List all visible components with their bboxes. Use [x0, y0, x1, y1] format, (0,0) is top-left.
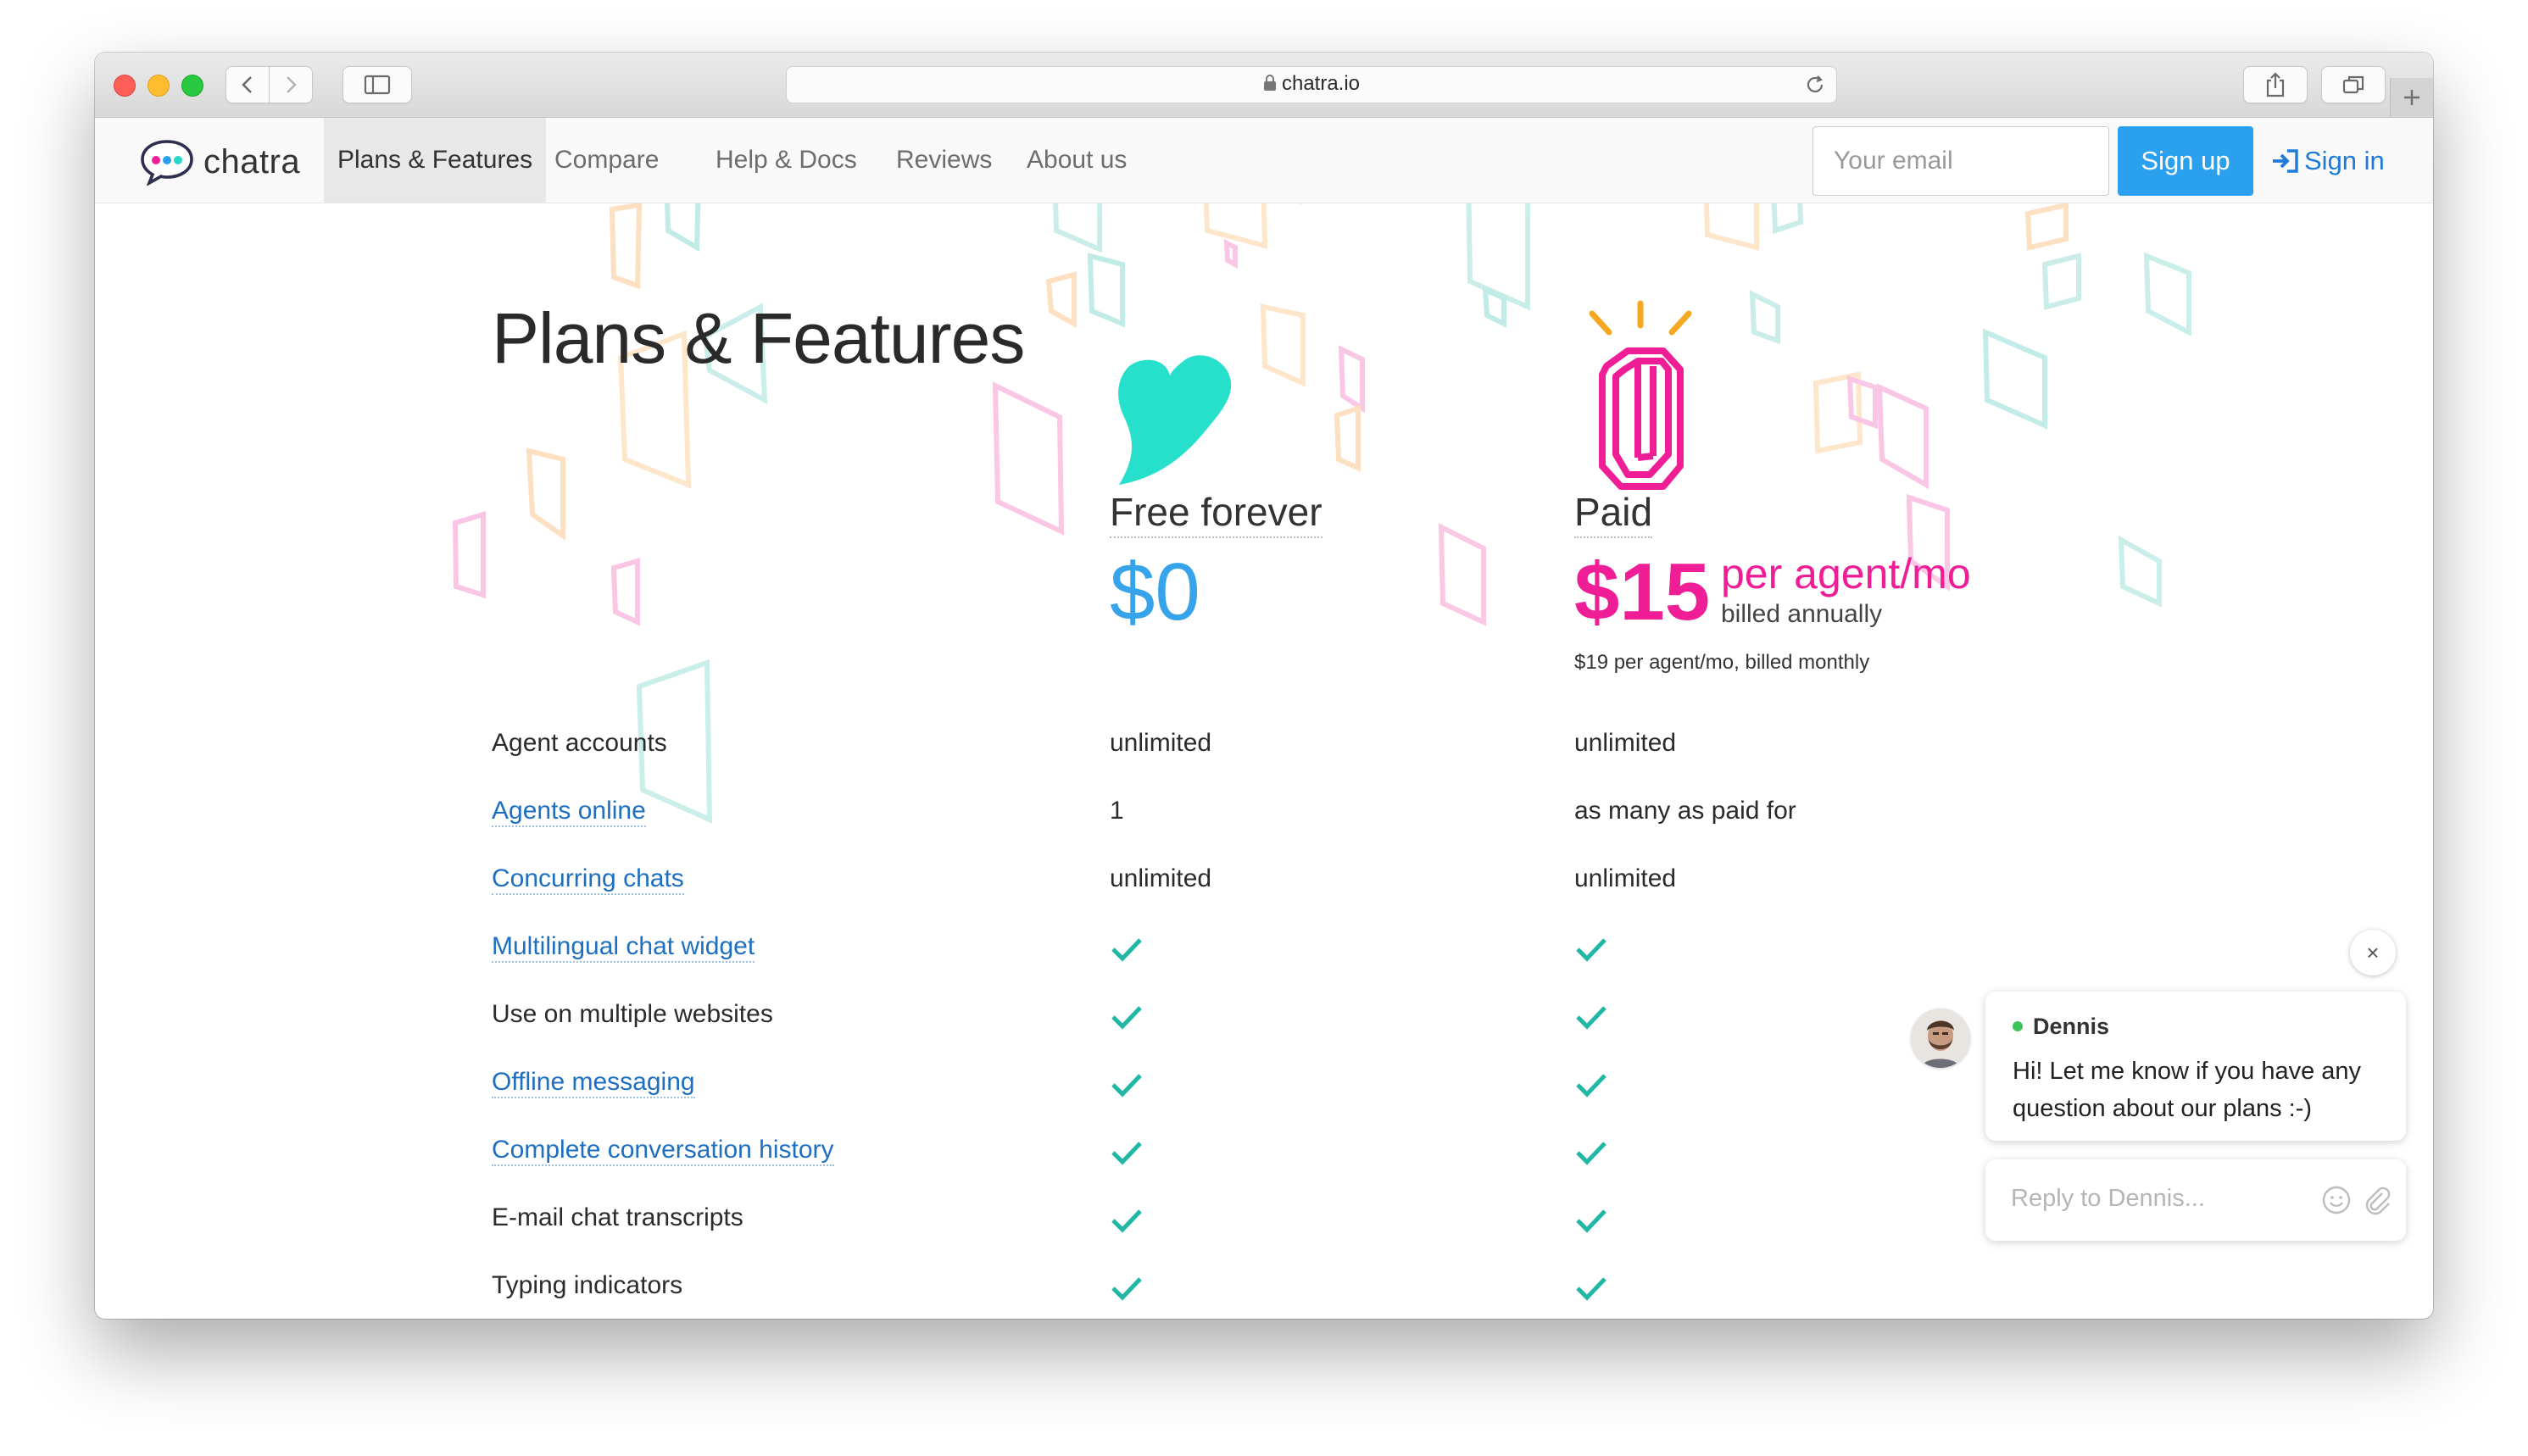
paid-plan-price: $15	[1574, 547, 1711, 637]
new-tab-button[interactable]	[2390, 78, 2433, 117]
sidebar-toggle-button[interactable]	[342, 66, 412, 103]
chat-bubble-logo-icon	[141, 140, 193, 186]
chevron-left-icon	[242, 76, 252, 93]
decorative-shapes	[452, 203, 2191, 824]
logo-text: chatra	[203, 142, 301, 181]
share-button[interactable]	[2243, 66, 2308, 103]
paid-agents-online-value: as many as paid for	[1574, 797, 1796, 825]
paid-plan-monthly-note: $19 per agent/mo, billed monthly	[1574, 651, 1870, 674]
check-icon	[1576, 1006, 1606, 1030]
check-icon	[1576, 938, 1606, 962]
paid-agent-accounts-value: unlimited	[1574, 729, 1677, 757]
browser-window: chatra.io chatra Plans & Features Compar…	[95, 53, 2433, 1319]
sign-in-link[interactable]: Sign in	[2270, 126, 2385, 196]
nav-compare[interactable]: Compare	[541, 118, 672, 203]
feature-label-typing-indicators: Typing indicators	[492, 1271, 683, 1299]
feature-label-agent-accounts: Agent accounts	[492, 729, 667, 757]
feature-label-offline-messaging[interactable]: Offline messaging	[492, 1068, 695, 1098]
nav-reviews[interactable]: Reviews	[883, 118, 1005, 203]
site-navbar: chatra Plans & Features Compare Help & D…	[95, 118, 2433, 203]
chat-message-bubble: Dennis Hi! Let me know if you have any q…	[1985, 992, 2406, 1141]
close-window-button[interactable]	[114, 75, 136, 97]
forward-button[interactable]	[269, 66, 313, 103]
feature-label-email-transcripts: E-mail chat transcripts	[492, 1203, 743, 1231]
check-icon	[1576, 1277, 1606, 1301]
free-agents-online-value: 1	[1110, 797, 1124, 825]
address-bar[interactable]: chatra.io	[786, 66, 1837, 103]
free-plan-name[interactable]: Free forever	[1110, 489, 1322, 538]
emoji-icon[interactable]	[2321, 1185, 2352, 1215]
heart-icon	[1118, 355, 1232, 485]
check-icon	[1576, 1074, 1606, 1098]
check-icon	[1576, 1142, 1606, 1165]
sign-up-button[interactable]: Sign up	[2118, 126, 2253, 196]
agent-message: Hi! Let me know if you have any question…	[2013, 1058, 2362, 1122]
zoom-window-button[interactable]	[181, 75, 203, 97]
share-icon	[2266, 72, 2285, 97]
email-input[interactable]: Your email	[1812, 126, 2109, 196]
feature-label-agents-online[interactable]: Agents online	[492, 797, 646, 827]
check-icon	[1111, 1277, 1142, 1301]
paid-plan-per-unit: per agent/mo	[1721, 550, 1971, 597]
agent-avatar-image	[1911, 1009, 1970, 1068]
tabs-overview-button[interactable]	[2321, 66, 2386, 103]
url-text: chatra.io	[1281, 72, 1361, 95]
check-icon	[1576, 1209, 1606, 1233]
online-status-dot	[2013, 1020, 2023, 1031]
back-button[interactable]	[226, 66, 270, 103]
nav-plans-features[interactable]: Plans & Features	[324, 118, 547, 203]
check-icon	[1111, 938, 1142, 962]
agent-name: Dennis	[2013, 1014, 2109, 1040]
page-content: Plans & Features Free forever $0 Paid $1…	[95, 203, 2433, 1319]
agent-name-text: Dennis	[2033, 1014, 2110, 1039]
free-plan-price: $0	[1110, 547, 1200, 637]
feature-label-multiple-websites: Use on multiple websites	[492, 1000, 773, 1028]
paid-plan-name[interactable]: Paid	[1574, 489, 1653, 538]
page-title: Plans & Features	[492, 298, 1025, 378]
nav-help-docs[interactable]: Help & Docs	[702, 118, 871, 203]
sign-in-icon	[2273, 149, 2298, 173]
chatra-logo[interactable]: chatra	[139, 138, 300, 186]
plus-icon	[2404, 90, 2419, 105]
check-icon	[1111, 1209, 1142, 1233]
sign-in-label: Sign in	[2304, 146, 2385, 175]
feature-label-concurring-chats[interactable]: Concurring chats	[492, 864, 684, 895]
free-agent-accounts-value: unlimited	[1110, 729, 1212, 757]
reload-icon[interactable]	[1804, 74, 1826, 96]
chat-reply-box[interactable]: Reply to Dennis...	[1985, 1159, 2406, 1241]
check-icon	[1111, 1006, 1142, 1030]
tabs-icon	[2342, 75, 2364, 94]
paid-concurring-chats-value: unlimited	[1574, 864, 1677, 892]
address-text: chatra.io	[787, 72, 1836, 96]
sidebar-icon	[364, 75, 391, 95]
check-icon	[1111, 1074, 1142, 1098]
feature-label-conversation-history[interactable]: Complete conversation history	[492, 1136, 834, 1166]
paperclip-icon[interactable]	[2362, 1185, 2392, 1215]
reply-input[interactable]: Reply to Dennis...	[2011, 1185, 2205, 1213]
check-icon	[1111, 1142, 1142, 1165]
agent-avatar	[1911, 1009, 1970, 1068]
nav-about-us[interactable]: About us	[1013, 118, 1140, 203]
free-concurring-chats-value: unlimited	[1110, 864, 1212, 892]
paid-plan-billing: billed annually	[1721, 600, 1883, 628]
feature-label-multilingual-widget[interactable]: Multilingual chat widget	[492, 932, 755, 963]
chat-close-button[interactable]: ×	[2350, 930, 2396, 975]
browser-titlebar: chatra.io	[95, 53, 2433, 118]
minimize-window-button[interactable]	[148, 75, 170, 97]
lock-icon	[1263, 75, 1276, 91]
chevron-right-icon	[287, 76, 297, 93]
diamond-icon	[1589, 300, 1692, 490]
